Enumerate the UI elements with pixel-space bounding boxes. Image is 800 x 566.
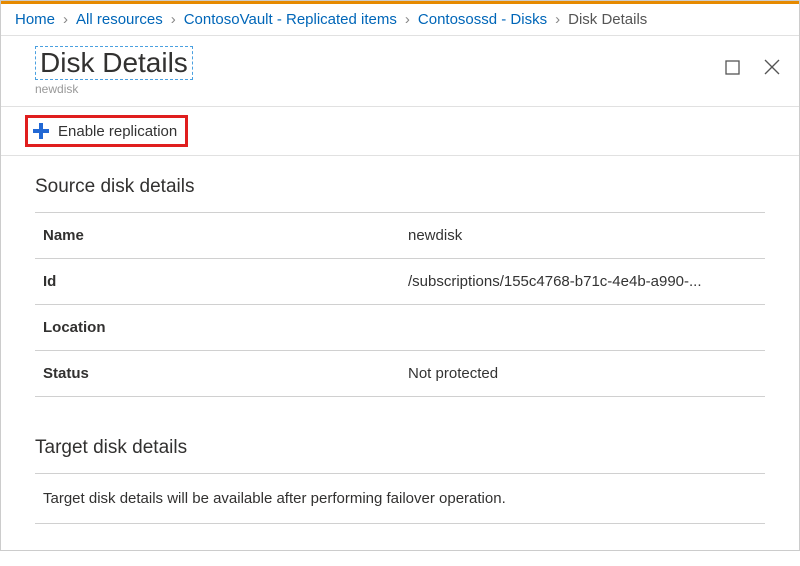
page-subtitle: newdisk [35,82,723,96]
prop-label-name: Name [35,213,400,259]
breadcrumb-home[interactable]: Home [15,11,55,28]
prop-value-id: /subscriptions/155c4768-b71c-4e4b-a990-.… [400,259,765,305]
prop-value-location [400,305,765,351]
page-title: Disk Details [35,46,193,80]
maximize-icon[interactable] [723,58,741,76]
prop-value-status: Not protected [400,351,765,397]
table-row: Location [35,305,765,351]
close-icon[interactable] [763,58,781,76]
prop-value-name: newdisk [400,213,765,259]
chevron-right-icon: › [405,11,410,28]
table-row: Name newdisk [35,213,765,259]
page-header: Disk Details newdisk [1,36,799,106]
target-section-title: Target disk details [35,437,765,459]
prop-label-status: Status [35,351,400,397]
table-row: Status Not protected [35,351,765,397]
breadcrumb-vault-replicated[interactable]: ContosoVault - Replicated items [184,11,397,28]
content-area: Source disk details Name newdisk Id /sub… [1,156,799,550]
target-section-message: Target disk details will be available af… [35,473,765,524]
enable-replication-label: Enable replication [58,123,177,140]
breadcrumb-all-resources[interactable]: All resources [76,11,163,28]
breadcrumb-disks[interactable]: Contosossd - Disks [418,11,547,28]
breadcrumb: Home › All resources › ContosoVault - Re… [1,4,799,36]
plus-icon [32,122,50,140]
source-properties-table: Name newdisk Id /subscriptions/155c4768-… [35,212,765,397]
breadcrumb-current: Disk Details [568,11,647,28]
prop-label-id: Id [35,259,400,305]
chevron-right-icon: › [555,11,560,28]
chevron-right-icon: › [171,11,176,28]
chevron-right-icon: › [63,11,68,28]
source-section-title: Source disk details [35,176,765,198]
table-row: Id /subscriptions/155c4768-b71c-4e4b-a99… [35,259,765,305]
toolbar: Enable replication [1,106,799,156]
enable-replication-button[interactable]: Enable replication [25,115,188,147]
prop-label-location: Location [35,305,400,351]
